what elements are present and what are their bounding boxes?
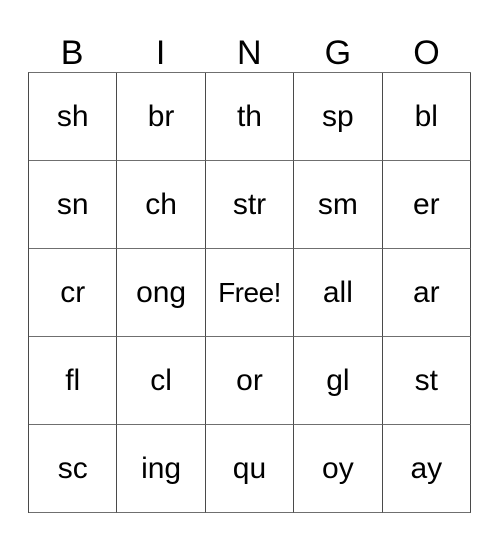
bingo-cell[interactable]: th: [205, 73, 295, 161]
bingo-cell[interactable]: ay: [382, 425, 471, 513]
bingo-header-row: B I N G O: [28, 18, 471, 72]
bingo-cell[interactable]: sc: [29, 425, 118, 513]
bingo-header-letter-g: G: [324, 34, 352, 72]
bingo-cell[interactable]: oy: [294, 425, 383, 513]
bingo-header-letter-o: O: [413, 34, 441, 72]
bingo-header-letter-i: I: [155, 34, 166, 72]
bingo-cell[interactable]: qu: [205, 425, 295, 513]
bingo-cell[interactable]: str: [205, 161, 295, 249]
bingo-cell[interactable]: gl: [294, 337, 383, 425]
bingo-cell[interactable]: sp: [294, 73, 383, 161]
bingo-cell[interactable]: ar: [382, 249, 471, 337]
bingo-cell[interactable]: ch: [117, 161, 206, 249]
bingo-cell[interactable]: st: [382, 337, 471, 425]
bingo-cell[interactable]: br: [117, 73, 206, 161]
bingo-cell[interactable]: cl: [117, 337, 206, 425]
bingo-grid: sh br th sp bl sn ch str sm er cr ong Fr…: [28, 72, 471, 513]
bingo-cell[interactable]: all: [294, 249, 383, 337]
bingo-cell[interactable]: er: [382, 161, 471, 249]
bingo-cell[interactable]: sh: [29, 73, 118, 161]
bingo-cell[interactable]: sm: [294, 161, 383, 249]
bingo-cell[interactable]: bl: [382, 73, 471, 161]
bingo-card: B I N G O sh br th sp bl sn ch str sm er…: [0, 0, 500, 544]
bingo-cell[interactable]: sn: [29, 161, 118, 249]
bingo-cell[interactable]: cr: [29, 249, 118, 337]
bingo-cell-free-space[interactable]: Free!: [205, 249, 295, 337]
bingo-cell[interactable]: or: [205, 337, 295, 425]
bingo-header-letter-b: B: [60, 34, 84, 72]
bingo-cell[interactable]: ing: [117, 425, 206, 513]
bingo-cell[interactable]: ong: [117, 249, 206, 337]
bingo-cell[interactable]: fl: [29, 337, 118, 425]
bingo-header-letter-n: N: [236, 34, 263, 72]
